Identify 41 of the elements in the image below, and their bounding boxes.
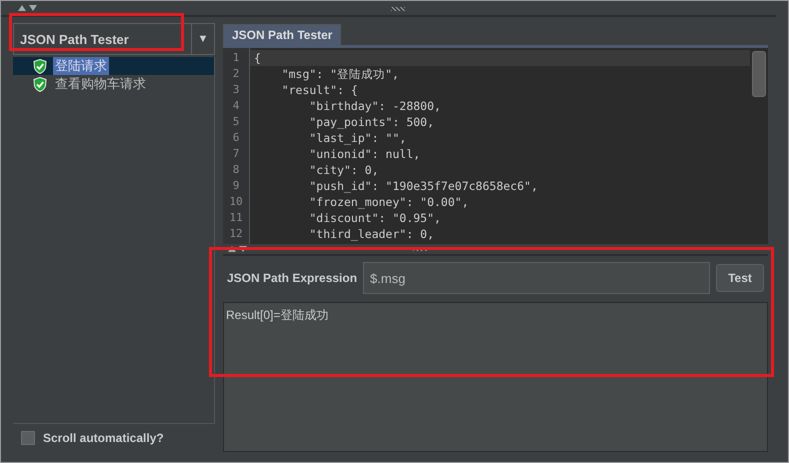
line-number: 4 [232,98,240,114]
code-line: "last_ip": "", [308,130,408,146]
line-number: 6 [232,130,240,146]
line-number: 11 [228,210,244,226]
line-number: 5 [232,114,240,130]
line-number: 9 [232,178,240,194]
test-button[interactable]: Test [716,264,764,292]
result-text: Result[0]=登陆成功 [226,308,328,322]
code-line: "msg": "登陆成功", [280,66,400,82]
code-line: "discount": "0.95", [308,210,442,226]
code-line: "frozen_money": "0.00", [308,194,470,210]
checkbox[interactable] [21,431,35,445]
line-number: 7 [232,146,240,162]
expression-label: JSON Path Expression [227,271,358,285]
collapse-arrows-icon[interactable] [17,4,39,12]
line-number: 3 [232,82,240,98]
code-editor[interactable] [223,45,768,244]
code-line: "push_id": "190e35f7e07c8658ec6", [308,178,539,194]
code-line: "birthday": -28800, [308,98,442,114]
shield-check-icon [33,58,47,74]
checkbox-label: Scroll automatically? [43,431,164,445]
code-line: "pay_points": 500, [308,114,436,130]
sampler-dropdown[interactable]: JSON Path Tester ▼ [13,23,215,55]
code-line: "result": { [280,82,359,98]
line-number: 12 [228,226,244,242]
tree-item[interactable]: 登陆请求 [13,57,214,75]
line-number: 8 [232,162,240,178]
tree-item[interactable]: 查看购物车请求 [13,75,214,93]
split-grip-icon[interactable] [413,247,427,251]
line-number: 1 [232,50,240,66]
code-line: "city": 0, [308,162,380,178]
collapse-arrows-icon[interactable] [227,245,249,253]
code-line: "third_leader": 0, [308,226,436,242]
shield-check-icon [33,76,47,92]
tab[interactable]: JSON Path Tester [223,24,342,45]
code-line: "unionid": null, [308,146,422,162]
expression-field[interactable]: $.msg [363,262,710,294]
split-grip-icon[interactable] [391,7,405,11]
line-number: 2 [232,66,240,82]
line-number: 10 [228,194,244,210]
scrollbar-thumb[interactable] [752,51,766,97]
